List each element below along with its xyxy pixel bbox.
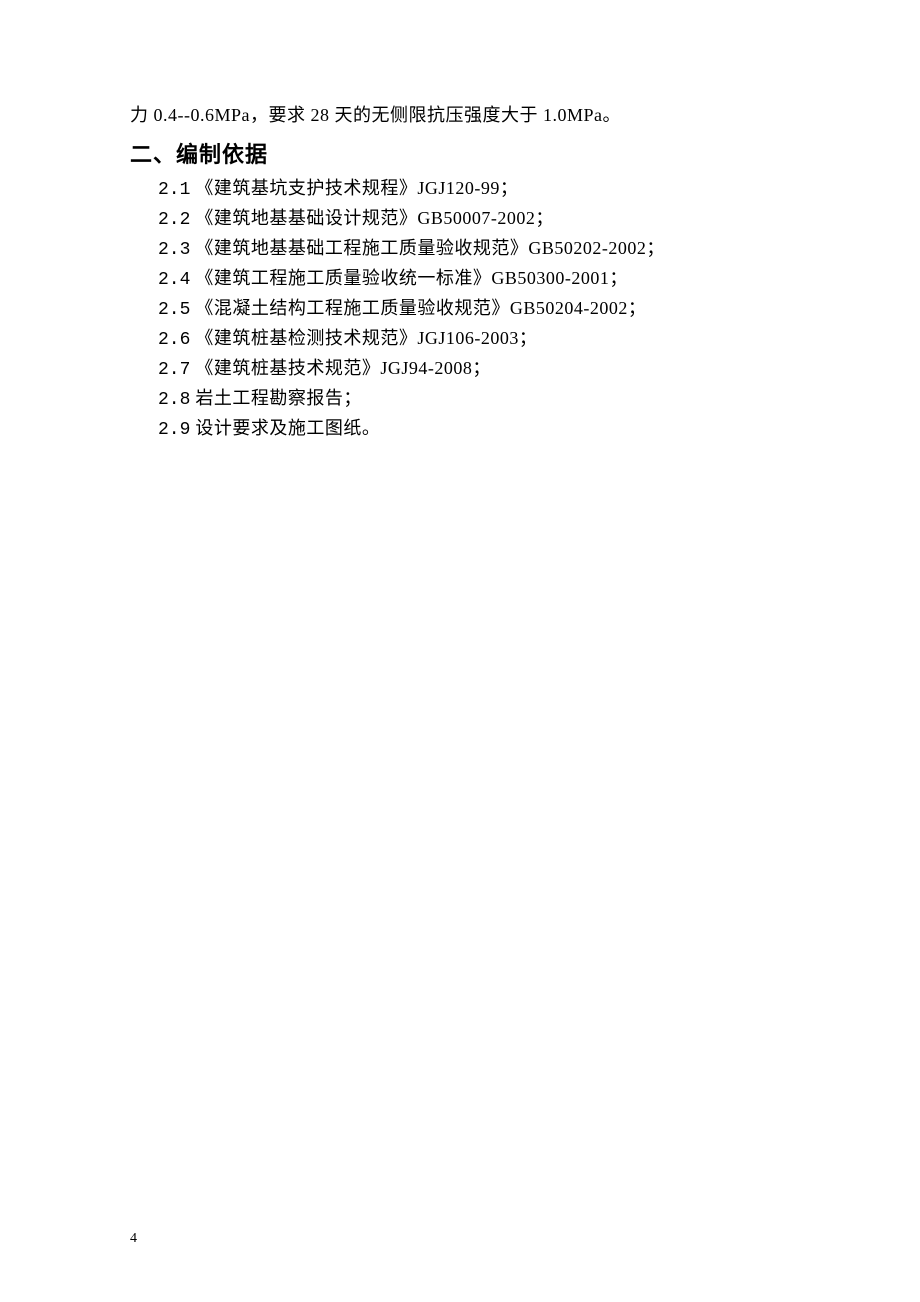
item-number: 2.2 — [158, 210, 190, 230]
list-item: 2.2 《建筑地基基础设计规范》GB50007-2002； — [130, 205, 790, 234]
item-number: 2.7 — [158, 360, 190, 380]
item-text: 《建筑地基基础设计规范》GB50007-2002； — [195, 208, 554, 228]
list-item: 2.3 《建筑地基基础工程施工质量验收规范》GB50202-2002； — [130, 235, 790, 264]
item-number: 2.5 — [158, 300, 190, 320]
paragraph-continuation: 力 0.4--0.6MPa，要求 28 天的无侧限抗压强度大于 1.0MPa。 — [130, 100, 790, 131]
list-item: 2.9 设计要求及施工图纸。 — [130, 415, 790, 444]
list-item: 2.7 《建筑桩基技术规范》JGJ94-2008； — [130, 355, 790, 384]
item-number: 2.9 — [158, 420, 190, 440]
item-number: 2.6 — [158, 330, 190, 350]
item-text: 岩土工程勘察报告； — [195, 388, 362, 408]
item-text: 《建筑基坑支护技术规程》JGJ120-99； — [195, 178, 518, 198]
list-item: 2.5 《混凝土结构工程施工质量验收规范》GB50204-2002； — [130, 295, 790, 324]
item-number: 2.4 — [158, 270, 190, 290]
document-content: 力 0.4--0.6MPa，要求 28 天的无侧限抗压强度大于 1.0MPa。 … — [0, 0, 920, 444]
item-text: 《建筑桩基检测技术规范》JGJ106-2003； — [195, 328, 537, 348]
item-text: 《建筑地基基础工程施工质量验收规范》GB50202-2002； — [195, 238, 665, 258]
page-number: 4 — [130, 1231, 137, 1247]
item-text: 设计要求及施工图纸。 — [195, 418, 380, 438]
item-number: 2.3 — [158, 240, 190, 260]
item-number: 2.1 — [158, 180, 190, 200]
list-item: 2.1 《建筑基坑支护技术规程》JGJ120-99； — [130, 175, 790, 204]
list-item: 2.8 岩土工程勘察报告； — [130, 385, 790, 414]
item-number: 2.8 — [158, 390, 190, 410]
item-text: 《混凝土结构工程施工质量验收规范》GB50204-2002； — [195, 298, 646, 318]
item-text: 《建筑工程施工质量验收统一标准》GB50300-2001； — [195, 268, 628, 288]
list-item: 2.4 《建筑工程施工质量验收统一标准》GB50300-2001； — [130, 265, 790, 294]
reference-list: 2.1 《建筑基坑支护技术规程》JGJ120-99； 2.2 《建筑地基基础设计… — [130, 175, 790, 444]
section-heading: 二、编制依据 — [130, 137, 790, 169]
item-text: 《建筑桩基技术规范》JGJ94-2008； — [195, 358, 491, 378]
list-item: 2.6 《建筑桩基检测技术规范》JGJ106-2003； — [130, 325, 790, 354]
